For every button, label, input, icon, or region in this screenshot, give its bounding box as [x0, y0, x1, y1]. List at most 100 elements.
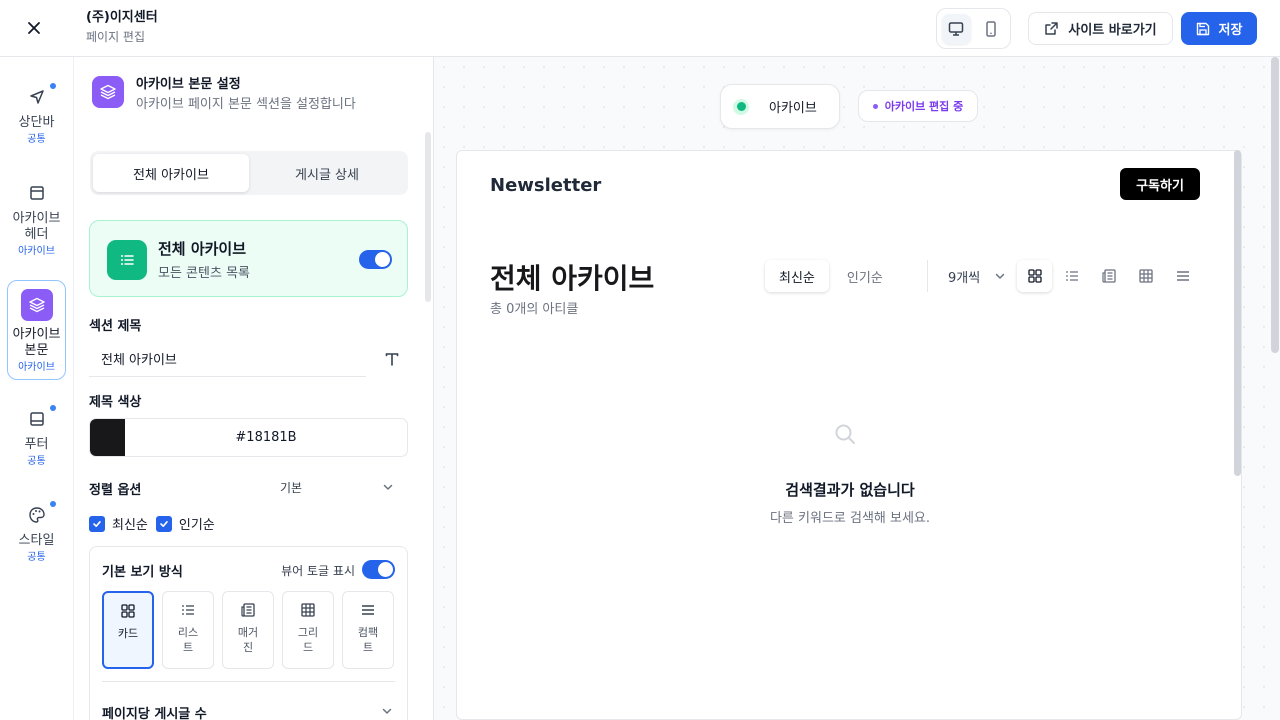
- compact-icon: [359, 601, 377, 619]
- article-count: 총 0개의 아티클: [490, 302, 579, 317]
- sort-options-label: 정렬 옵션: [89, 483, 142, 498]
- view-option-card[interactable]: 카드: [102, 591, 154, 669]
- text-style-icon[interactable]: [382, 349, 402, 369]
- list-icon: [179, 601, 197, 619]
- save-button[interactable]: 저장: [1181, 12, 1257, 45]
- rail-item-style[interactable]: 스타일 공통: [7, 501, 66, 564]
- tab-post-detail[interactable]: 게시글 상세: [249, 154, 405, 192]
- title-color-label: 제목 색상: [89, 395, 142, 410]
- rail-item-footer[interactable]: 푸터 공통: [7, 405, 66, 468]
- divider: [102, 681, 395, 682]
- mobile-view-button[interactable]: [977, 14, 1006, 44]
- archive-card-title: 전체 아카이브: [158, 240, 247, 258]
- rail-tag: 아카이브: [18, 362, 55, 373]
- view-mode-box: 기본 보기 방식 뷰어 토글 표시 카드 리스트 매거진 그리드 컴팩트 페이지…: [89, 546, 408, 720]
- settings-panel: 아카이브 본문 설정 아카이브 페이지 본문 섹션을 설정합니다 전체 아카이브…: [74, 57, 434, 720]
- layout-grid-button[interactable]: [1128, 260, 1163, 292]
- chevron-down-icon: [383, 484, 393, 490]
- sort-tab-popular[interactable]: 인기순: [833, 260, 897, 292]
- page-preview: Newsletter 구독하기 전체 아카이브 총 0개의 아티클 최신순 인기…: [456, 150, 1242, 720]
- magazine-icon: [239, 601, 257, 619]
- table-icon: [299, 601, 317, 619]
- sort-select[interactable]: 기본: [254, 477, 408, 497]
- checkbox-popular-label: 인기순: [178, 518, 215, 533]
- section-title-input[interactable]: [89, 341, 366, 377]
- brand-logo-text[interactable]: Newsletter: [490, 175, 601, 196]
- rail-label: 상단바: [18, 115, 55, 130]
- view-option-grid[interactable]: 그리드: [282, 591, 334, 669]
- layout-list-button[interactable]: [1054, 260, 1089, 292]
- empty-state-subtitle: 다른 키워드로 검색해 보세요.: [769, 511, 931, 526]
- per-page-select[interactable]: 9개씩: [927, 260, 1006, 292]
- list-icon: [107, 240, 147, 280]
- rail-tag: 공통: [27, 552, 46, 563]
- per-page-value: 9개씩: [948, 270, 981, 286]
- desktop-view-button[interactable]: [942, 13, 971, 44]
- chevron-down-icon[interactable]: [381, 705, 393, 717]
- status-dot-icon: [733, 98, 749, 115]
- rail-item-topbar[interactable]: 상단바 공통: [7, 83, 66, 146]
- checkbox-latest-label: 최신순: [112, 518, 148, 533]
- save-label: 저장: [1218, 23, 1243, 38]
- tab-all-archive[interactable]: 전체 아카이브: [93, 154, 249, 192]
- rail-tag: 아카이브: [18, 246, 55, 257]
- navigation-icon: [25, 85, 49, 109]
- checkbox-latest[interactable]: 최신순: [89, 514, 148, 533]
- editing-badge-label: 아카이브 편집 중: [884, 100, 964, 113]
- device-toggle: [936, 8, 1011, 49]
- archive-tabs: 전체 아카이브 게시글 상세: [90, 151, 408, 195]
- view-option-magazine[interactable]: 매거진: [222, 591, 274, 669]
- view-option-label: 카드: [117, 627, 139, 640]
- view-option-compact[interactable]: 컴팩트: [342, 591, 394, 669]
- rail-item-archive-header[interactable]: 아카이브 헤더 아카이브: [7, 181, 66, 258]
- layers-icon: [20, 289, 53, 321]
- view-option-list[interactable]: 리스트: [162, 591, 214, 669]
- close-icon: [28, 22, 40, 34]
- layout-card-button[interactable]: [1017, 260, 1052, 292]
- canvas-scrollbar[interactable]: [1271, 57, 1279, 353]
- section-rail: 상단바 공통 아카이브 헤더 아카이브 아카이브 본문 아카이브 푸터 공통 스…: [0, 57, 74, 720]
- page-subtitle: 페이지 편집: [86, 30, 146, 44]
- panel-scrollbar[interactable]: [425, 132, 431, 302]
- change-dot: [50, 83, 56, 89]
- external-link-icon: [1045, 22, 1059, 35]
- layout-compact-button[interactable]: [1165, 260, 1200, 292]
- rail-tag: 공통: [27, 134, 46, 145]
- color-hex-value: #18181B: [235, 430, 297, 445]
- layout-magazine-button[interactable]: [1091, 260, 1126, 292]
- view-mode-options: 카드 리스트 매거진 그리드 컴팩트: [102, 591, 394, 669]
- section-pill[interactable]: 아카이브: [720, 84, 840, 129]
- close-button[interactable]: [22, 16, 46, 40]
- sort-tab-latest[interactable]: 최신순: [765, 260, 829, 292]
- layout-icon: [25, 181, 49, 205]
- table-icon: [1138, 269, 1153, 283]
- rail-tag: 공통: [27, 456, 46, 467]
- preview-scrollbar[interactable]: [1234, 150, 1241, 476]
- top-bar: (주)이지센터 페이지 편집 사이트 바로가기 저장: [0, 0, 1280, 57]
- view-option-label: 매거진: [237, 626, 259, 654]
- grid-icon: [1027, 269, 1042, 283]
- checkbox-popular[interactable]: 인기순: [155, 514, 215, 533]
- rail-item-archive-body[interactable]: 아카이브 본문 아카이브: [7, 280, 66, 380]
- footer-icon: [25, 407, 49, 431]
- panel-title: 아카이브 본문 설정: [136, 77, 241, 92]
- rail-label: 아카이브 헤더: [12, 211, 61, 242]
- change-dot: [50, 501, 56, 507]
- save-icon: [1196, 22, 1209, 35]
- sort-select-value: 기본: [280, 480, 303, 495]
- company-name: (주)이지센터: [86, 10, 158, 25]
- compact-icon: [1176, 271, 1189, 281]
- list-icon: [1065, 271, 1078, 281]
- change-dot: [50, 405, 56, 411]
- search-icon: [835, 424, 855, 444]
- visit-site-button[interactable]: 사이트 바로가기: [1028, 12, 1173, 45]
- view-option-label: 그리드: [297, 626, 319, 654]
- archive-enabled-toggle[interactable]: [359, 250, 392, 269]
- editing-dot-icon: [872, 103, 878, 109]
- title-color-field[interactable]: #18181B: [89, 418, 408, 457]
- posts-per-page-label[interactable]: 페이지당 게시글 수: [102, 703, 207, 720]
- color-swatch[interactable]: [90, 419, 125, 456]
- subscribe-button[interactable]: 구독하기: [1120, 168, 1200, 200]
- viewer-toggle-label: 뷰어 토글 표시: [281, 564, 355, 578]
- viewer-toggle-switch[interactable]: [362, 560, 395, 579]
